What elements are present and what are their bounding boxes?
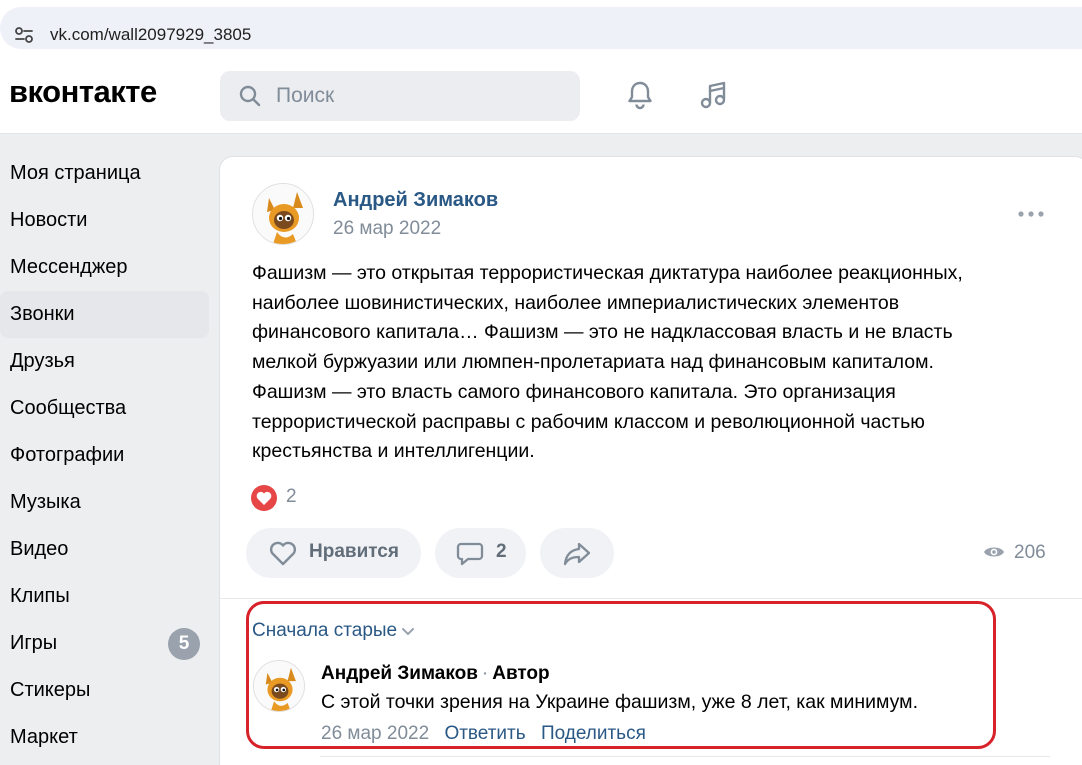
comment-button[interactable]: 2 xyxy=(435,528,526,578)
sidebar-item-communities[interactable]: Сообщества xyxy=(0,385,209,432)
divider xyxy=(220,598,1082,599)
post-text-line: Фашизм — это власть самого финансового к… xyxy=(252,380,896,403)
post-text-line: Фашизм — это открытая террористическая д… xyxy=(252,262,963,284)
reactions-count[interactable]: 2 xyxy=(286,486,297,508)
post-text-line: финансового капитала… Фашизм — это не на… xyxy=(252,321,953,344)
eye-icon xyxy=(984,547,1004,557)
sidebar-item-photos[interactable]: Фотографии xyxy=(0,432,209,479)
browser-address-bar: vk.com/wall2097929_3805 xyxy=(0,0,1082,56)
sidebar-item-label: Сообщества xyxy=(10,397,127,419)
music-icon[interactable] xyxy=(696,77,732,113)
separator-dot: · xyxy=(481,663,489,684)
post-author-name[interactable]: Андрей Зимаков xyxy=(333,189,498,212)
site-header: вконтакте xyxy=(0,56,1082,134)
comment-author-avatar[interactable] xyxy=(253,660,305,712)
sort-label: Сначала старые xyxy=(252,620,398,641)
heart-reaction-icon[interactable] xyxy=(251,485,277,511)
url-field[interactable]: vk.com/wall2097929_3805 xyxy=(0,7,1082,49)
reply-link[interactable]: Ответить xyxy=(444,723,525,744)
post-text-line: террористической расправы с рабочим клас… xyxy=(252,410,925,433)
comments-count: 2 xyxy=(496,541,507,562)
post-text-line: наиболее шовинистических, наиболее импер… xyxy=(252,291,900,314)
sidebar-item-label: Видео xyxy=(10,538,69,560)
search-input[interactable] xyxy=(276,71,566,121)
sidebar-item-label: Новости xyxy=(10,209,88,231)
kitten-avatar-icon xyxy=(253,184,313,244)
sidebar-item-market[interactable]: Маркет xyxy=(0,714,209,761)
divider xyxy=(320,756,1050,757)
more-options-icon[interactable] xyxy=(1016,207,1046,221)
sidebar-item-label: Мессенджер xyxy=(10,256,128,278)
comment-meta: 26 мар 2022 Ответить Поделиться xyxy=(321,723,646,745)
comment-icon xyxy=(456,542,484,566)
sidebar-item-messenger[interactable]: Мессенджер xyxy=(0,244,209,291)
comment-header: Андрей Зимаков · Автор xyxy=(321,663,550,685)
comment-author-name[interactable]: Андрей Зимаков xyxy=(321,663,478,684)
games-count-badge: 5 xyxy=(168,628,200,660)
share-button[interactable] xyxy=(540,528,614,578)
vk-logo[interactable]: вконтакте xyxy=(9,74,157,110)
sidebar-item-games[interactable]: Игры 5 xyxy=(0,620,209,667)
views-counter: 206 xyxy=(983,541,1053,565)
kitten-avatar-icon xyxy=(254,661,304,711)
views-count: 206 xyxy=(1014,542,1046,563)
sidebar-item-label: Игры xyxy=(10,632,58,654)
sidebar-item-label: Звонки xyxy=(10,303,75,325)
comment-date[interactable]: 26 мар 2022 xyxy=(321,723,429,744)
sidebar-item-friends[interactable]: Друзья xyxy=(0,338,209,385)
wall-post: Андрей Зимаков 26 мар 2022 Фашизм — это … xyxy=(219,156,1082,765)
sidebar-item-calls[interactable]: Звонки xyxy=(0,291,209,338)
post-text: Фашизм — это открытая террористическая д… xyxy=(252,259,1032,467)
like-label: Нравится xyxy=(309,541,399,562)
share-icon xyxy=(563,542,591,566)
sidebar-item-label: Клипы xyxy=(10,585,70,607)
sidebar-item-my-page[interactable]: Моя страница xyxy=(0,150,209,197)
bell-icon[interactable] xyxy=(622,77,658,113)
author-role-label: Автор xyxy=(492,663,550,684)
comments-sort-dropdown[interactable]: Сначала старые xyxy=(252,620,415,642)
sidebar-item-news[interactable]: Новости xyxy=(0,197,209,244)
sidebar-item-label: Фотографии xyxy=(10,444,125,466)
site-settings-icon[interactable] xyxy=(14,26,34,44)
chevron-down-icon xyxy=(402,627,415,636)
post-text-line: крестьянства и интеллигенции. xyxy=(252,440,535,463)
sidebar-item-label: Стикеры xyxy=(10,679,91,701)
sidebar-item-label: Друзья xyxy=(10,350,75,372)
sidebar-item-label: Музыка xyxy=(10,491,81,513)
left-sidebar: Моя страница Новости Мессенджер Звонки Д… xyxy=(0,150,210,761)
sidebar-item-video[interactable]: Видео xyxy=(0,526,209,573)
sidebar-item-clips[interactable]: Клипы xyxy=(0,573,209,620)
author-avatar[interactable] xyxy=(252,183,314,245)
search-icon xyxy=(239,85,261,107)
like-button[interactable]: Нравится xyxy=(246,528,421,578)
share-comment-link[interactable]: Поделиться xyxy=(541,723,646,744)
post-date[interactable]: 26 мар 2022 xyxy=(333,218,441,240)
heart-outline-icon xyxy=(269,541,297,566)
comment-text: С этой точки зрения на Украине фашизм, у… xyxy=(321,691,918,713)
url-text[interactable]: vk.com/wall2097929_3805 xyxy=(50,25,251,45)
search-box[interactable] xyxy=(220,71,580,121)
sidebar-item-stickers[interactable]: Стикеры xyxy=(0,667,209,714)
post-text-line: мелкой буржуазии или люмпен-пролетариата… xyxy=(252,351,934,374)
sidebar-item-label: Моя страница xyxy=(10,162,141,184)
sidebar-item-label: Маркет xyxy=(10,726,78,748)
sidebar-item-music[interactable]: Музыка xyxy=(0,479,209,526)
